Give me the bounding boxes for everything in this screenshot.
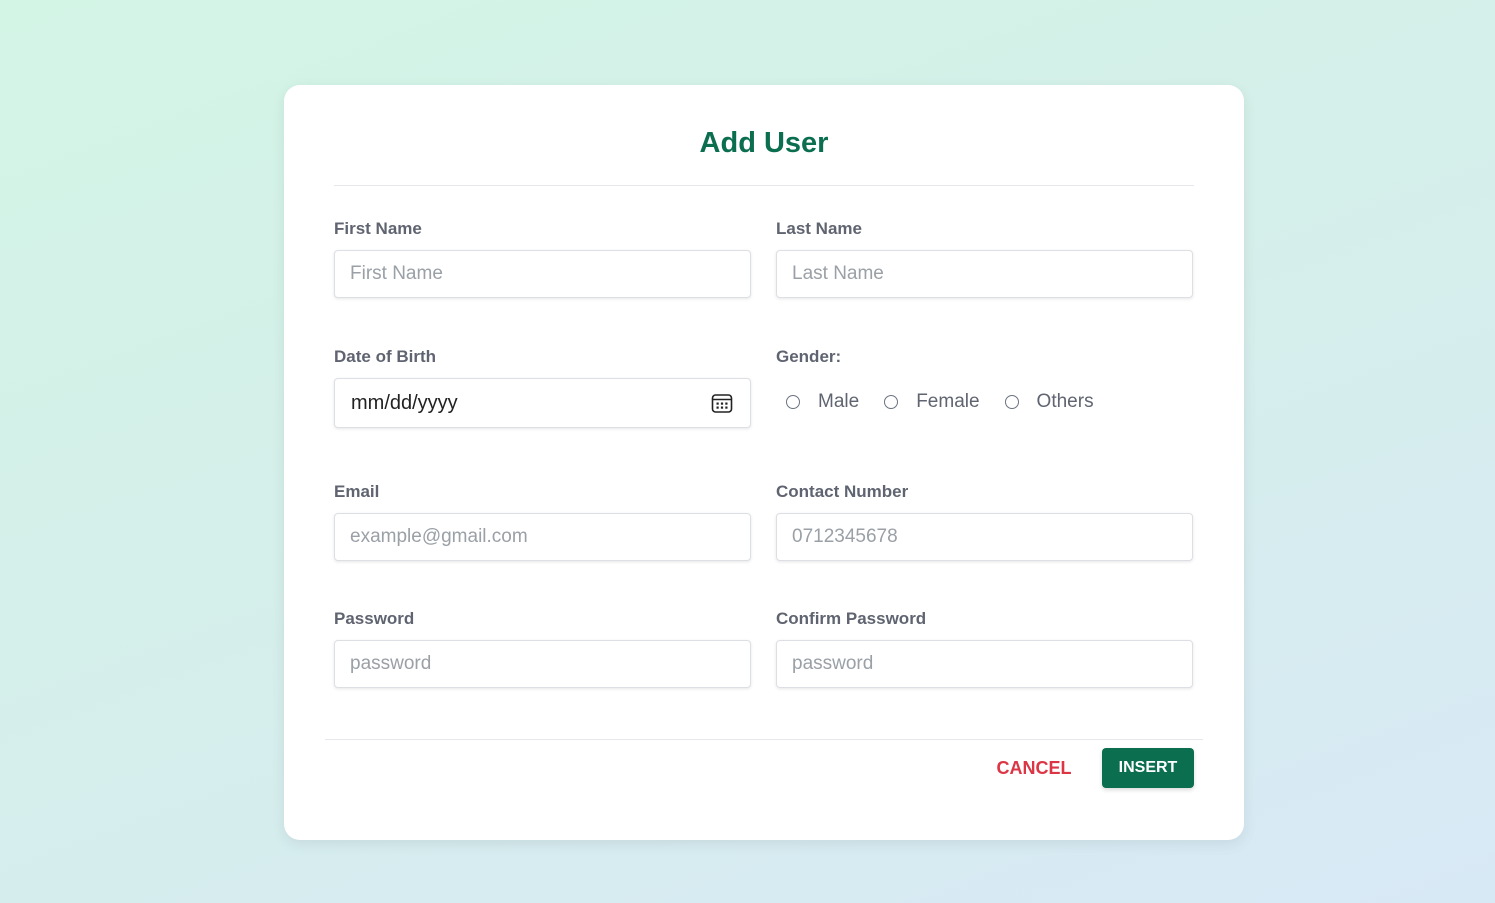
form-title: Add User xyxy=(699,127,829,159)
dob-label: Date of Birth xyxy=(334,347,436,366)
footer-divider xyxy=(325,739,1203,740)
add-user-card: Add User First Name Last Name Date of Bi… xyxy=(284,85,1244,840)
dob-input[interactable]: mm/dd/yyyy xyxy=(334,378,751,428)
last-name-input[interactable] xyxy=(776,250,1193,298)
first-name-input[interactable] xyxy=(334,250,751,298)
radio-female[interactable] xyxy=(884,395,899,409)
radio-male[interactable] xyxy=(786,395,800,409)
contact-label: Contact Number xyxy=(776,482,909,501)
confirm-password-input[interactable] xyxy=(776,640,1193,688)
gender-female-label: Female xyxy=(916,391,980,412)
gender-radio-group: Male Female Others xyxy=(776,391,1193,413)
gender-others-label: Others xyxy=(1036,391,1094,412)
gender-field: Gender: Male Female Others xyxy=(776,347,1193,413)
gender-male-label: Male xyxy=(818,391,860,412)
password-input[interactable] xyxy=(334,640,751,688)
gender-option-others[interactable]: Others xyxy=(1004,391,1094,413)
dob-placeholder: mm/dd/yyyy xyxy=(351,391,458,414)
last-name-field: Last Name xyxy=(776,219,1193,298)
contact-input[interactable] xyxy=(776,513,1193,561)
contact-field: Contact Number xyxy=(776,482,1193,561)
title-divider xyxy=(334,185,1194,186)
gender-option-male[interactable]: Male xyxy=(786,391,859,413)
last-name-label: Last Name xyxy=(776,219,862,238)
confirm-password-field: Confirm Password xyxy=(776,609,1193,688)
email-input[interactable] xyxy=(334,513,751,561)
radio-others[interactable] xyxy=(1004,395,1019,409)
gender-option-female[interactable]: Female xyxy=(884,391,980,413)
password-field: Password xyxy=(334,609,751,688)
first-name-field: First Name xyxy=(334,219,751,298)
dob-field: Date of Birth mm/dd/yyyy xyxy=(334,347,751,428)
insert-button[interactable]: INSERT xyxy=(1102,748,1194,788)
password-label: Password xyxy=(334,609,415,628)
calendar-icon[interactable] xyxy=(710,391,734,415)
email-field: Email xyxy=(334,482,751,561)
confirm-password-label: Confirm Password xyxy=(776,609,927,628)
cancel-button[interactable]: CANCEL xyxy=(984,748,1084,788)
email-label: Email xyxy=(334,482,380,501)
gender-label: Gender: xyxy=(776,347,842,366)
first-name-label: First Name xyxy=(334,219,422,238)
